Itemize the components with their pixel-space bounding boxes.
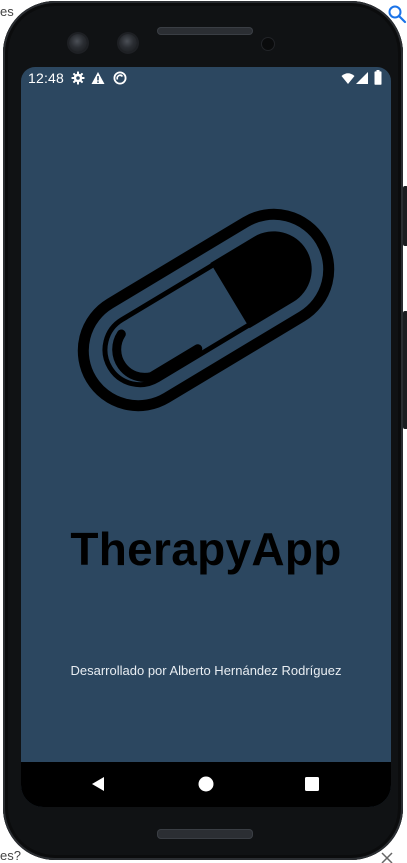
- developer-credits: Desarrollado por Alberto Hernández Rodrí…: [70, 663, 342, 678]
- earpiece-speaker: [157, 27, 253, 35]
- sync-icon: [113, 71, 127, 85]
- background-text-fragment: es: [0, 4, 14, 19]
- phone-frame: 12:48 TherapyApp Desarrollado por Albert…: [3, 1, 407, 860]
- recent-apps-icon[interactable]: [301, 773, 323, 795]
- bottom-speaker: [157, 829, 253, 839]
- navigation-bar: [21, 762, 391, 807]
- proximity-sensor: [262, 38, 274, 50]
- app-title: TherapyApp: [70, 523, 342, 575]
- app-screen: 12:48 TherapyApp Desarrollado por Albert…: [21, 67, 391, 807]
- pill-capsule-icon: [77, 208, 335, 412]
- warning-icon: [91, 72, 105, 84]
- gear-icon: [71, 71, 85, 85]
- signal-icon: [356, 72, 368, 84]
- emulator-window: es es? 12:48 TherapyApp Desarrollado por…: [0, 0, 407, 863]
- wifi-icon: [341, 73, 355, 84]
- background-text-fragment-bottom: es?: [0, 848, 21, 863]
- status-time: 12:48: [28, 70, 65, 86]
- power-button[interactable]: [403, 186, 407, 246]
- back-icon[interactable]: [87, 773, 109, 795]
- status-bar: 12:48: [21, 67, 391, 91]
- battery-icon: [374, 70, 382, 85]
- front-camera: [69, 34, 87, 52]
- volume-button[interactable]: [403, 311, 407, 429]
- close-icon[interactable]: [381, 852, 393, 863]
- front-camera-secondary: [119, 34, 137, 52]
- home-icon[interactable]: [195, 773, 217, 795]
